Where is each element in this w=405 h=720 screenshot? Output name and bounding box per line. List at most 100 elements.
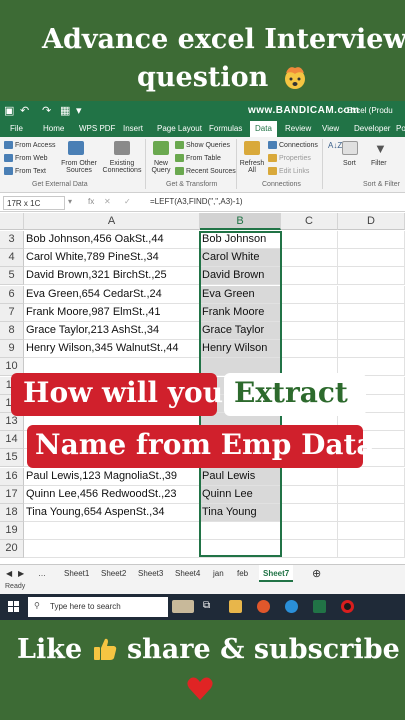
windows-start-icon[interactable]: [8, 601, 20, 613]
cell-column-b[interactable]: Paul Lewis: [200, 467, 281, 486]
cell-column-b[interactable]: Quinn Lee: [200, 485, 281, 504]
row-header[interactable]: 17: [0, 485, 24, 504]
cell-column-c[interactable]: [281, 522, 338, 541]
cell-column-c[interactable]: [281, 303, 338, 322]
row-header[interactable]: 14: [0, 431, 24, 450]
cell-column-a[interactable]: Henry Wilson,345 WalnutSt.,44: [24, 340, 200, 359]
sheet-tab-1[interactable]: Sheet1: [64, 569, 89, 578]
from-access-button[interactable]: From Access: [4, 141, 55, 149]
cell-column-b[interactable]: Henry Wilson: [200, 340, 281, 359]
excel-app-icon[interactable]: [313, 600, 326, 613]
tab-wps-pdf[interactable]: WPS PDF: [79, 124, 115, 133]
add-sheet-icon[interactable]: ⊕: [312, 567, 321, 580]
save-icon[interactable]: ▣: [4, 104, 14, 117]
cell-column-a[interactable]: Eva Green,654 CedarSt.,24: [24, 285, 200, 304]
row-header[interactable]: 18: [0, 504, 24, 522]
cell-column-c[interactable]: [281, 231, 338, 249]
cell-column-d[interactable]: [338, 540, 405, 559]
cell-column-a[interactable]: Frank Moore,987 ElmSt.,41: [24, 303, 200, 322]
cell-column-a[interactable]: Quinn Lee,456 RedwoodSt.,23: [24, 485, 200, 504]
redo-icon[interactable]: ↷: [42, 104, 51, 117]
row-header[interactable]: 5: [0, 267, 24, 286]
cell-column-c[interactable]: [281, 485, 338, 504]
namebox-dropdown-icon[interactable]: ▾: [68, 197, 72, 206]
row-header[interactable]: 4: [0, 249, 24, 268]
confirm-icon[interactable]: ✓: [124, 197, 131, 206]
chevron-down-icon[interactable]: ▾: [76, 104, 82, 117]
existing-connections-button[interactable]: Existing Connections: [102, 160, 142, 174]
connections-button[interactable]: Connections: [268, 141, 318, 149]
cell-column-b[interactable]: Frank Moore: [200, 303, 281, 322]
sheet-tab-3[interactable]: Sheet3: [138, 569, 163, 578]
tab-developer[interactable]: Developer: [354, 124, 390, 133]
tab-file[interactable]: File: [10, 124, 23, 133]
cell-column-a[interactable]: Paul Lewis,123 MagnoliaSt.,39: [24, 467, 200, 486]
cancel-icon[interactable]: ✕: [104, 197, 111, 206]
cell-column-b[interactable]: Carol White: [200, 249, 281, 268]
quick-access-icon[interactable]: ▦: [60, 104, 70, 117]
more-sheets-icon[interactable]: …: [38, 569, 46, 578]
cell-column-a[interactable]: Bob Johnson,456 OakSt.,44: [24, 231, 200, 249]
show-queries-button[interactable]: Show Queries: [175, 141, 230, 149]
tab-review[interactable]: Review: [285, 124, 311, 133]
cell-column-b[interactable]: [200, 540, 281, 559]
edge-browser-icon[interactable]: [285, 600, 298, 613]
column-header-a[interactable]: A: [24, 213, 200, 230]
refresh-all-button[interactable]: Refresh All: [238, 160, 266, 174]
name-box[interactable]: 17R x 1C: [3, 196, 65, 210]
from-other-sources-button[interactable]: From Other Sources: [56, 160, 102, 174]
filter-icon[interactable]: ▼: [374, 141, 387, 156]
undo-icon[interactable]: ↶: [20, 104, 29, 117]
from-web-button[interactable]: From Web: [4, 154, 48, 162]
cell-column-b[interactable]: Eva Green: [200, 285, 281, 304]
cell-column-a[interactable]: David Brown,321 BirchSt.,25: [24, 267, 200, 286]
cell-column-b[interactable]: Bob Johnson: [200, 231, 281, 249]
cell-column-a[interactable]: Carol White,789 PineSt.,34: [24, 249, 200, 268]
cell-column-d[interactable]: [338, 249, 405, 268]
bandicam-app-icon[interactable]: [341, 600, 354, 613]
cell-column-b[interactable]: [200, 522, 281, 541]
new-query-button[interactable]: New Query: [147, 160, 175, 174]
cell-column-b[interactable]: Tina Young: [200, 504, 281, 522]
recent-sources-button[interactable]: Recent Sources: [175, 167, 236, 175]
cell-column-a[interactable]: [24, 540, 200, 559]
weather-widget-icon[interactable]: [172, 600, 194, 613]
sheet-tab-2[interactable]: Sheet2: [101, 569, 126, 578]
cell-column-d[interactable]: [338, 467, 405, 486]
row-header[interactable]: 15: [0, 449, 24, 468]
cell-column-c[interactable]: [281, 340, 338, 359]
cell-column-c[interactable]: [281, 540, 338, 559]
cell-column-c[interactable]: [281, 249, 338, 268]
cell-column-d[interactable]: [338, 322, 405, 340]
cell-column-d[interactable]: [338, 231, 405, 249]
tab-home[interactable]: Home: [43, 124, 64, 133]
row-header[interactable]: 9: [0, 340, 24, 359]
cell-column-d[interactable]: [338, 303, 405, 322]
file-explorer-icon[interactable]: [229, 600, 242, 613]
cell-column-d[interactable]: [338, 340, 405, 359]
cell-column-a[interactable]: Grace Taylor,213 AshSt.,34: [24, 322, 200, 340]
filter-button[interactable]: Filter: [371, 160, 387, 167]
tab-insert[interactable]: Insert: [123, 124, 143, 133]
cell-column-d[interactable]: [338, 267, 405, 286]
column-header-d[interactable]: D: [338, 213, 405, 230]
sheet-tab-jan[interactable]: jan: [213, 569, 224, 578]
cell-column-b[interactable]: Grace Taylor: [200, 322, 281, 340]
task-view-icon[interactable]: ⧉: [203, 600, 216, 613]
tab-page-layout[interactable]: Page Layout: [157, 124, 202, 133]
cell-column-d[interactable]: [338, 522, 405, 541]
cell-column-d[interactable]: [338, 485, 405, 504]
cell-column-c[interactable]: [281, 467, 338, 486]
row-header[interactable]: 19: [0, 522, 24, 541]
row-header[interactable]: 20: [0, 540, 24, 559]
sheet-tab-active[interactable]: Sheet7: [259, 565, 294, 582]
tab-power[interactable]: Pow: [396, 124, 405, 133]
sort-az-icon[interactable]: A↓Z: [328, 141, 342, 150]
column-header-c[interactable]: C: [281, 213, 338, 230]
cell-column-a[interactable]: Tina Young,654 AspenSt.,34: [24, 504, 200, 522]
fx-icon[interactable]: fx: [88, 197, 94, 206]
tab-formulas[interactable]: Formulas: [209, 124, 242, 133]
cell-column-c[interactable]: [281, 504, 338, 522]
taskbar-search-box[interactable]: ⚲ Type here to search: [28, 597, 168, 617]
sheet-tab-feb[interactable]: feb: [237, 569, 248, 578]
